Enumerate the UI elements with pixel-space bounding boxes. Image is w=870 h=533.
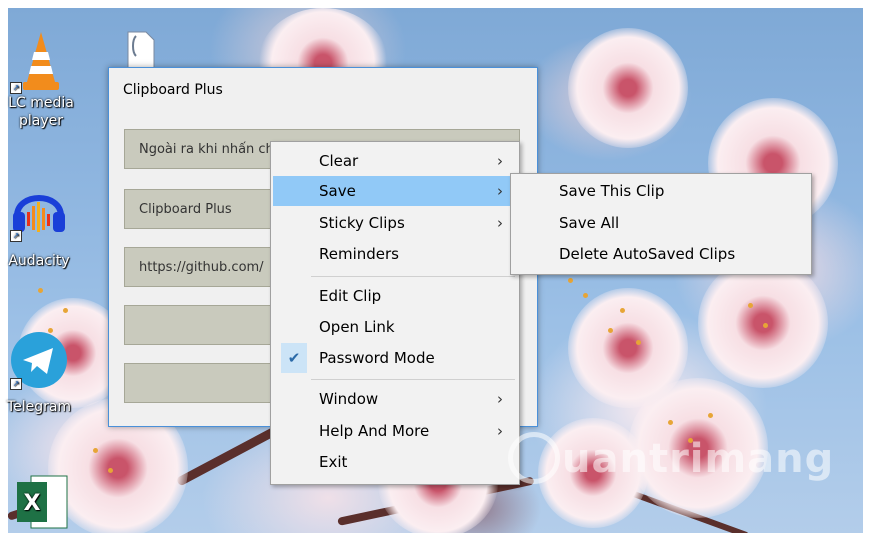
menu-item-help-and-more[interactable]: Help And More › xyxy=(273,416,517,446)
menu-item-label: Help And More xyxy=(319,422,430,440)
menu-item-label: Password Mode xyxy=(319,349,435,367)
desktop-icon-document[interactable] xyxy=(110,30,170,70)
menu-item-label: Delete AutoSaved Clips xyxy=(559,245,736,263)
context-menu: Clear › Save › Sticky Clips › Reminders … xyxy=(270,141,520,485)
menu-item-label: Window xyxy=(319,390,379,408)
menu-item-label: Sticky Clips xyxy=(319,214,405,232)
submenu-item-delete-autosaved-clips[interactable]: Delete AutoSaved Clips xyxy=(513,239,809,269)
chevron-right-icon: › xyxy=(497,214,503,232)
desktop-icon-telegram[interactable]: ↗ Telegram xyxy=(2,330,76,416)
wallpaper-stamen xyxy=(568,278,573,283)
wallpaper-stamen xyxy=(38,288,43,293)
chevron-right-icon: › xyxy=(497,390,503,408)
wallpaper-stamen xyxy=(93,448,98,453)
window-title: Clipboard Plus xyxy=(123,82,223,98)
menu-item-sticky-clips[interactable]: Sticky Clips › xyxy=(273,208,517,238)
save-submenu: Save This Clip Save All Delete AutoSaved… xyxy=(510,173,812,275)
desktop-icon-label: player xyxy=(18,113,63,129)
submenu-item-save-all[interactable]: Save All xyxy=(513,208,809,238)
excel-icon: X xyxy=(17,475,68,529)
watermark-text: uantrimang xyxy=(562,436,835,482)
submenu-item-save-this-clip[interactable]: Save This Clip xyxy=(513,176,809,206)
menu-item-label: Save All xyxy=(559,214,620,232)
desktop-icon-label: Audacity xyxy=(8,253,70,269)
wallpaper-stamen xyxy=(748,303,753,308)
menu-item-label: Exit xyxy=(319,453,348,471)
shortcut-arrow-icon: ↗ xyxy=(10,378,22,390)
wallpaper-stamen xyxy=(620,308,625,313)
menu-separator xyxy=(311,379,515,380)
shortcut-arrow-icon: ↗ xyxy=(10,230,22,242)
desktop-icon-label: LC media xyxy=(8,95,74,111)
wallpaper-stamen xyxy=(63,308,68,313)
menu-item-label: Save This Clip xyxy=(559,182,665,200)
shortcut-arrow-icon: ↗ xyxy=(10,82,22,94)
svg-text:X: X xyxy=(24,491,41,516)
wallpaper-stamen xyxy=(668,420,673,425)
menu-item-label: Open Link xyxy=(319,318,395,336)
menu-item-label: Edit Clip xyxy=(319,287,382,305)
desktop-icon-label: Telegram xyxy=(6,399,72,415)
menu-item-open-link[interactable]: Open Link xyxy=(273,312,517,342)
menu-item-clear[interactable]: Clear › xyxy=(273,146,517,176)
menu-item-edit-clip[interactable]: Edit Clip xyxy=(273,281,517,311)
menu-separator xyxy=(311,276,515,277)
desktop-icon-vlc[interactable]: ↗ LC media player xyxy=(4,30,78,130)
wallpaper-stamen xyxy=(763,323,768,328)
wallpaper-stamen xyxy=(708,413,713,418)
wallpaper-stamen xyxy=(583,293,588,298)
wallpaper-stamen xyxy=(608,328,613,333)
menu-item-window[interactable]: Window › xyxy=(273,384,517,414)
desktop-icon-excel[interactable]: X xyxy=(4,472,78,532)
menu-item-save[interactable]: Save › xyxy=(273,176,517,206)
checkmark-icon: ✔ xyxy=(281,343,307,373)
menu-item-label: Reminders xyxy=(319,245,399,263)
menu-item-password-mode[interactable]: ✔ Password Mode xyxy=(273,343,517,373)
menu-item-label: Save xyxy=(319,182,356,200)
document-icon xyxy=(127,31,155,69)
vlc-icon xyxy=(23,32,59,90)
menu-item-exit[interactable]: Exit xyxy=(273,447,517,477)
menu-item-label: Clear xyxy=(319,152,359,170)
watermark-logo-icon xyxy=(508,432,560,484)
desktop-icon-audacity[interactable]: ↗ Audacity xyxy=(2,182,76,270)
chevron-right-icon: › xyxy=(497,152,503,170)
chevron-right-icon: › xyxy=(497,422,503,440)
wallpaper-stamen xyxy=(636,340,641,345)
chevron-right-icon: › xyxy=(497,182,503,200)
wallpaper-blossom xyxy=(568,28,688,148)
wallpaper-stamen xyxy=(108,468,113,473)
menu-item-reminders[interactable]: Reminders xyxy=(273,239,517,269)
